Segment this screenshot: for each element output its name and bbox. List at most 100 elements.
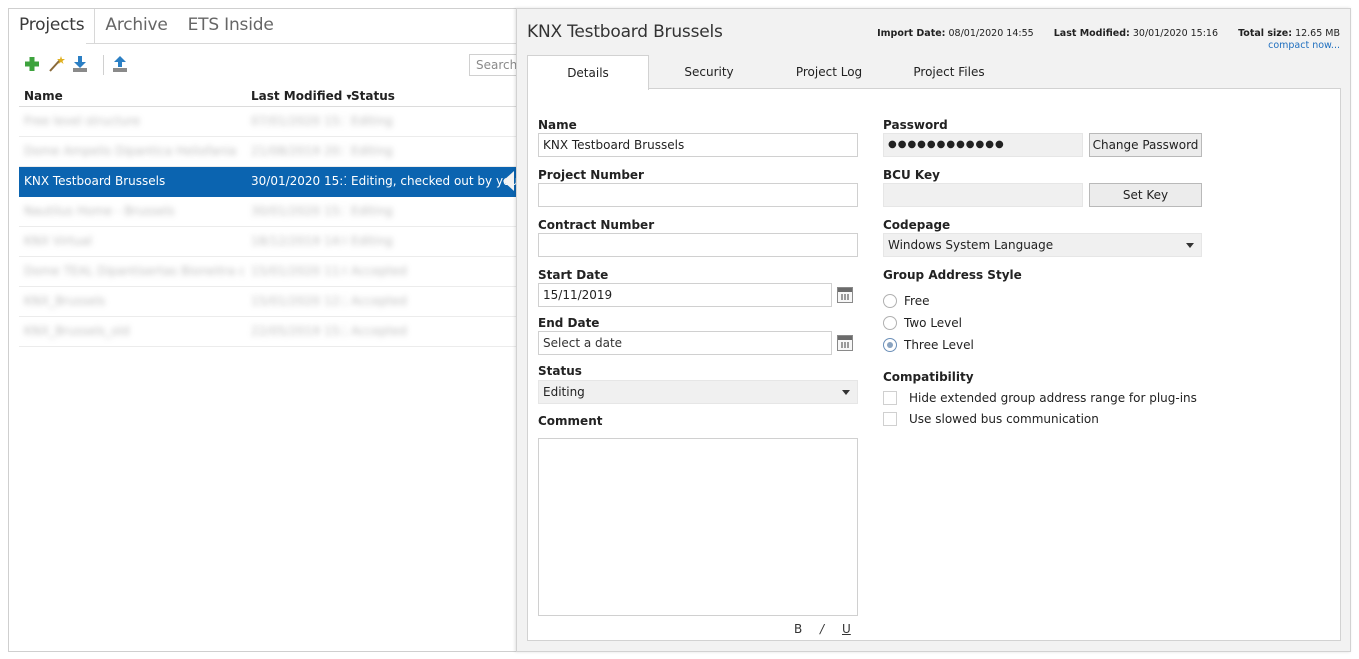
chevron-down-icon	[1186, 243, 1194, 248]
project-row[interactable]: KNX_Brussels 15/01/2020 12:21 Accepted	[19, 287, 519, 317]
compatibility-label: Compatibility	[883, 370, 974, 384]
toolbar-separator	[103, 55, 104, 75]
project-status: Editing	[351, 204, 393, 218]
project-name: Free level structure	[24, 114, 141, 128]
export-icon[interactable]	[109, 53, 131, 75]
radio-three-level-label: Three Level	[904, 338, 974, 352]
name-field[interactable]: KNX Testboard Brussels	[538, 133, 858, 157]
project-name: Dome TEAL Dipantisertas Bioneitra oney	[24, 264, 244, 278]
contract-number-field[interactable]	[538, 233, 858, 257]
codepage-dropdown[interactable]: Windows System Language	[883, 233, 1202, 257]
project-status: Editing, checked out by you on	[351, 174, 519, 188]
project-row[interactable]: KNX Virtual 18/12/2019 14:07 Editing	[19, 227, 519, 257]
project-name: KNX Testboard Brussels	[24, 174, 166, 188]
project-modified: 30/01/2020 15:16	[251, 174, 346, 188]
tab-project-files[interactable]: Project Files	[889, 55, 1009, 89]
compact-now-link[interactable]: compact now...	[1268, 40, 1340, 51]
tab-archive[interactable]: Archive	[95, 9, 177, 44]
import-date-value: 08/01/2020 14:55	[948, 28, 1034, 39]
project-name: KNX Virtual	[24, 234, 93, 248]
underline-button[interactable]: U	[842, 622, 851, 636]
project-row[interactable]: Dome TEAL Dipantisertas Bioneitra oney 1…	[19, 257, 519, 287]
radio-two-level-label: Two Level	[904, 316, 962, 330]
tab-divider	[86, 43, 516, 44]
main-tabs: Projects Archive ETS Inside	[9, 9, 284, 44]
project-status: Editing	[351, 114, 393, 128]
comment-label: Comment	[538, 414, 603, 428]
project-details-panel: KNX Testboard Brussels Import Date: 08/0…	[516, 8, 1351, 652]
projects-toolbar: Search	[19, 53, 529, 77]
project-modified: 21/08/2019 20:11	[251, 144, 346, 158]
tab-details[interactable]: Details	[527, 55, 649, 90]
project-name: Nautilus Home - Brussels	[24, 204, 175, 218]
project-modified: 30/01/2020 15:11	[251, 204, 346, 218]
slowed-bus-label: Use slowed bus communication	[909, 412, 1099, 426]
project-status: Editing	[351, 144, 393, 158]
tab-security[interactable]: Security	[649, 55, 769, 89]
bcu-key-label: BCU Key	[883, 168, 940, 182]
group-address-style-label: Group Address Style	[883, 268, 1022, 282]
import-date-label: Import Date:	[877, 28, 946, 39]
project-status: Editing	[351, 234, 393, 248]
status-dropdown[interactable]: Editing	[538, 380, 858, 404]
project-row-selected[interactable]: KNX Testboard Brussels 30/01/2020 15:16 …	[19, 167, 519, 197]
details-form: Name KNX Testboard Brussels Project Numb…	[527, 88, 1341, 641]
column-status[interactable]: Status	[351, 89, 395, 103]
details-tabs: Details Security Project Log Project Fil…	[527, 55, 1342, 90]
name-label: Name	[538, 118, 577, 132]
bold-button[interactable]: B	[794, 622, 802, 636]
codepage-value: Windows System Language	[888, 238, 1054, 252]
column-last-modified-label: Last Modified	[251, 89, 343, 103]
tab-ets-inside[interactable]: ETS Inside	[178, 9, 284, 44]
project-modified: 15/01/2020 12:21	[251, 294, 346, 308]
project-modified: 22/05/2019 15:28	[251, 324, 346, 338]
project-name: Dome Ampelis Dipantica Heliofania	[24, 144, 237, 158]
project-row[interactable]: Dome Ampelis Dipantica Heliofania 21/08/…	[19, 137, 519, 167]
project-status: Accepted	[351, 294, 407, 308]
status-value: Editing	[543, 385, 585, 399]
column-name[interactable]: Name	[24, 89, 63, 103]
total-size-value: 12.65 MB	[1295, 28, 1340, 39]
start-date-field[interactable]: 15/11/2019	[538, 283, 832, 307]
total-size-label: Total size:	[1238, 28, 1293, 39]
import-icon[interactable]	[69, 53, 91, 75]
italic-button[interactable]: /	[820, 622, 824, 636]
calendar-icon[interactable]	[837, 287, 853, 303]
project-row[interactable]: Nautilus Home - Brussels 30/01/2020 15:1…	[19, 197, 519, 227]
last-modified-label: Last Modified:	[1053, 28, 1130, 39]
password-label: Password	[883, 118, 948, 132]
project-name: KNX_Brussels_old	[24, 324, 130, 338]
set-key-button[interactable]: Set Key	[1089, 183, 1202, 207]
end-date-label: End Date	[538, 316, 600, 330]
radio-free[interactable]	[883, 294, 897, 308]
change-password-button[interactable]: Change Password	[1089, 133, 1202, 157]
radio-free-label: Free	[904, 294, 930, 308]
project-row[interactable]: Free level structure 07/01/2020 15:18 Ed…	[19, 107, 519, 137]
project-modified: 18/12/2019 14:07	[251, 234, 346, 248]
radio-two-level[interactable]	[883, 316, 897, 330]
selection-pointer	[503, 171, 514, 191]
wand-icon[interactable]	[45, 53, 67, 75]
codepage-label: Codepage	[883, 218, 951, 232]
slowed-bus-checkbox[interactable]	[883, 412, 897, 426]
bcu-key-field[interactable]	[883, 183, 1083, 207]
hide-extended-range-checkbox[interactable]	[883, 391, 897, 405]
add-icon[interactable]	[21, 53, 43, 75]
column-last-modified[interactable]: Last Modified ▾	[251, 89, 352, 103]
hide-extended-range-label: Hide extended group address range for pl…	[909, 391, 1197, 405]
end-date-field[interactable]: Select a date	[538, 331, 832, 355]
project-status: Accepted	[351, 324, 407, 338]
project-number-field[interactable]	[538, 183, 858, 207]
project-modified: 07/01/2020 15:18	[251, 114, 346, 128]
tab-projects[interactable]: Projects	[9, 9, 96, 44]
project-title: KNX Testboard Brussels	[527, 22, 723, 42]
password-field[interactable]: ●●●●●●●●●●●●	[883, 133, 1083, 157]
radio-three-level[interactable]	[883, 338, 897, 352]
comment-textarea[interactable]	[538, 438, 858, 616]
status-label: Status	[538, 364, 582, 378]
contract-number-label: Contract Number	[538, 218, 655, 232]
tab-project-log[interactable]: Project Log	[769, 55, 889, 89]
calendar-icon[interactable]	[837, 335, 853, 351]
project-modified: 15/01/2020 11:06	[251, 264, 346, 278]
project-row[interactable]: KNX_Brussels_old 22/05/2019 15:28 Accept…	[19, 317, 519, 347]
